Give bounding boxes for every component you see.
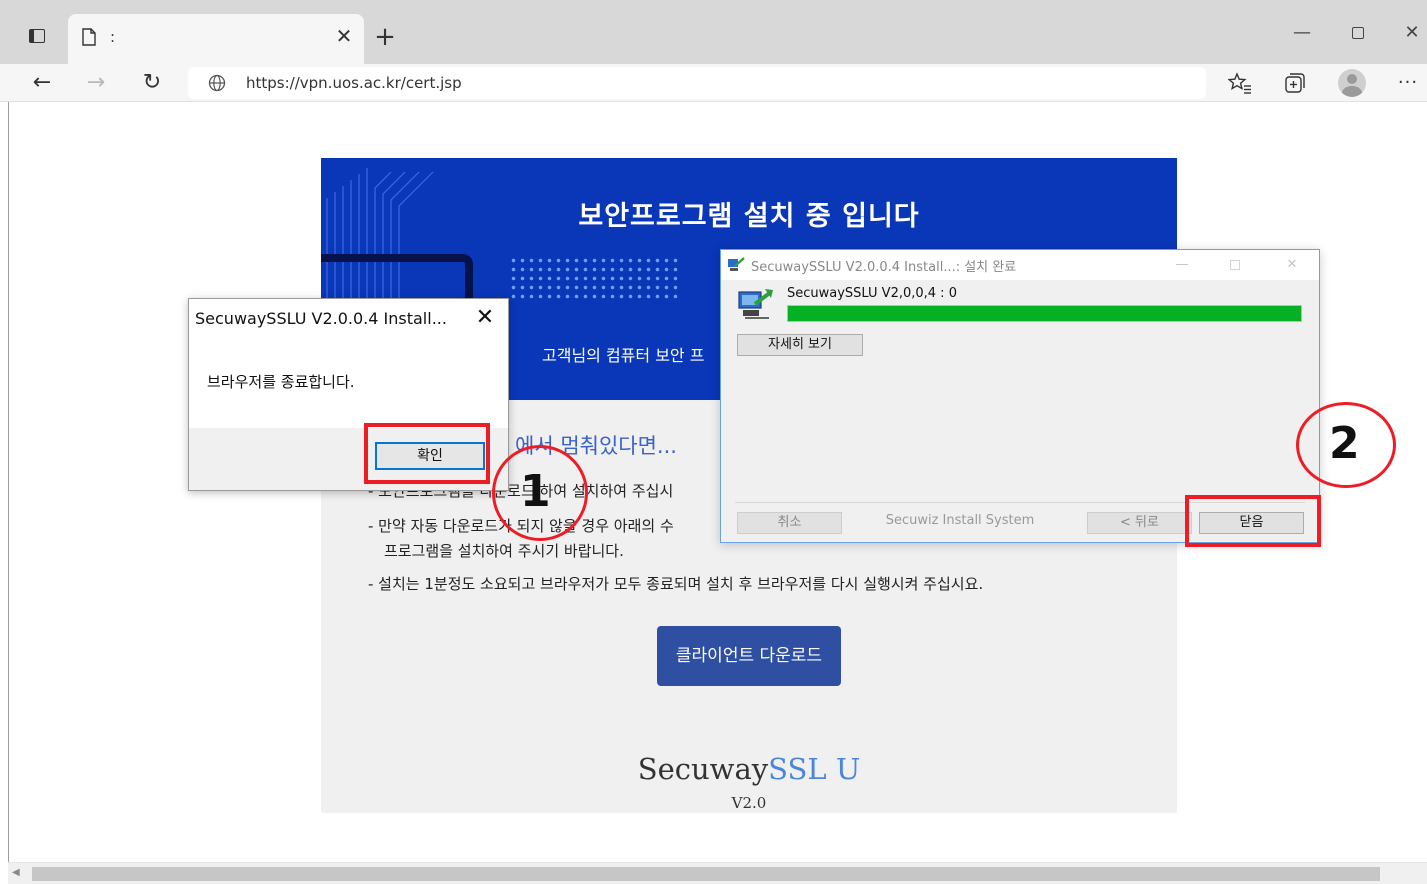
minimize-icon[interactable]: — <box>1282 18 1322 48</box>
vertical-tabs-icon[interactable] <box>28 27 48 45</box>
brand-main: Secuway <box>637 752 769 786</box>
collections-icon[interactable] <box>1284 72 1306 94</box>
arrow-left-icon[interactable]: ← <box>26 69 58 97</box>
installer-titlebar: SecuwaySSLU V2.0.0.4 Install...: 설치 완료 —… <box>721 250 1319 280</box>
dialog-title: SecuwaySSLU V2.0.0.4 Install... <box>195 309 447 328</box>
browser-toolbar: ← → ↻ https://vpn.uos.ac.kr/cert.jsp ··· <box>0 64 1427 102</box>
instruction-line: 프로그램을 설치하여 주시기 바랍니다. <box>384 542 624 560</box>
installer-brand-text: Secuwiz Install System <box>885 513 1035 528</box>
close-icon[interactable]: ✕ <box>1277 254 1307 276</box>
brand-accent: SSL U <box>768 752 861 786</box>
refresh-icon[interactable]: ↻ <box>136 69 168 97</box>
maximize-icon[interactable] <box>1221 254 1251 276</box>
browser-tab-bar: : ✕ + — ✕ <box>0 0 1427 64</box>
minimize-icon[interactable]: — <box>1167 254 1197 276</box>
viewport-border <box>8 102 9 862</box>
horizontal-scrollbar[interactable]: ◀ <box>8 862 1427 884</box>
window-close-icon[interactable]: ✕ <box>1392 18 1427 48</box>
step-number-2: 2 <box>1329 418 1360 469</box>
client-download-button[interactable]: 클라이언트 다운로드 <box>657 626 841 686</box>
progress-fill <box>788 306 1301 321</box>
more-icon[interactable]: ··· <box>1394 70 1422 96</box>
tab-title: : <box>110 28 116 46</box>
maximize-icon[interactable] <box>1338 18 1378 48</box>
globe-icon[interactable] <box>208 74 226 92</box>
back-button[interactable]: < 뒤로 <box>1087 512 1192 534</box>
step-number-1: 1 <box>520 466 551 517</box>
close-icon[interactable]: ✕ <box>332 24 356 48</box>
installer-status: SecuwaySSLU V2,0,0,4 : 0 <box>787 286 957 301</box>
show-details-button[interactable]: 자세히 보기 <box>737 334 863 356</box>
plus-icon[interactable]: + <box>372 24 398 50</box>
cancel-button[interactable]: 취소 <box>737 512 842 534</box>
scrollbar-thumb[interactable] <box>32 867 1380 881</box>
scroll-left-icon[interactable]: ◀ <box>12 867 20 878</box>
dots-graphic <box>509 256 679 302</box>
progress-bar <box>787 305 1302 322</box>
close-icon[interactable]: ✕ <box>469 303 501 333</box>
browser-tab[interactable]: : ✕ <box>68 14 364 64</box>
computer-icon <box>738 289 773 319</box>
page-icon <box>82 28 96 46</box>
highlight-box-close <box>1185 495 1321 547</box>
brand-logo: SecuwaySSL U <box>321 752 1177 786</box>
banner-subtitle: 고객님의 컴퓨터 보안 프 <box>542 346 705 365</box>
installer-title: SecuwaySSLU V2.0.0.4 Install...: 설치 완료 <box>751 260 1017 275</box>
url-text[interactable]: https://vpn.uos.ac.kr/cert.jsp <box>246 74 462 92</box>
installer-app-icon <box>728 257 745 271</box>
banner-title: 보안프로그램 설치 중 입니다 <box>578 201 920 232</box>
favorites-icon[interactable] <box>1228 72 1252 94</box>
profile-icon[interactable] <box>1338 69 1366 97</box>
highlight-box-ok <box>364 423 490 484</box>
arrow-right-icon[interactable]: → <box>80 69 112 97</box>
instruction-line: - 설치는 1분정도 소요되고 브라우저가 모두 종료되며 설치 후 브라우저를… <box>368 575 984 593</box>
address-bar[interactable]: https://vpn.uos.ac.kr/cert.jsp <box>188 67 1206 99</box>
dialog-message: 브라우저를 종료합니다. <box>207 373 355 391</box>
brand-version: V2.0 <box>731 794 767 812</box>
